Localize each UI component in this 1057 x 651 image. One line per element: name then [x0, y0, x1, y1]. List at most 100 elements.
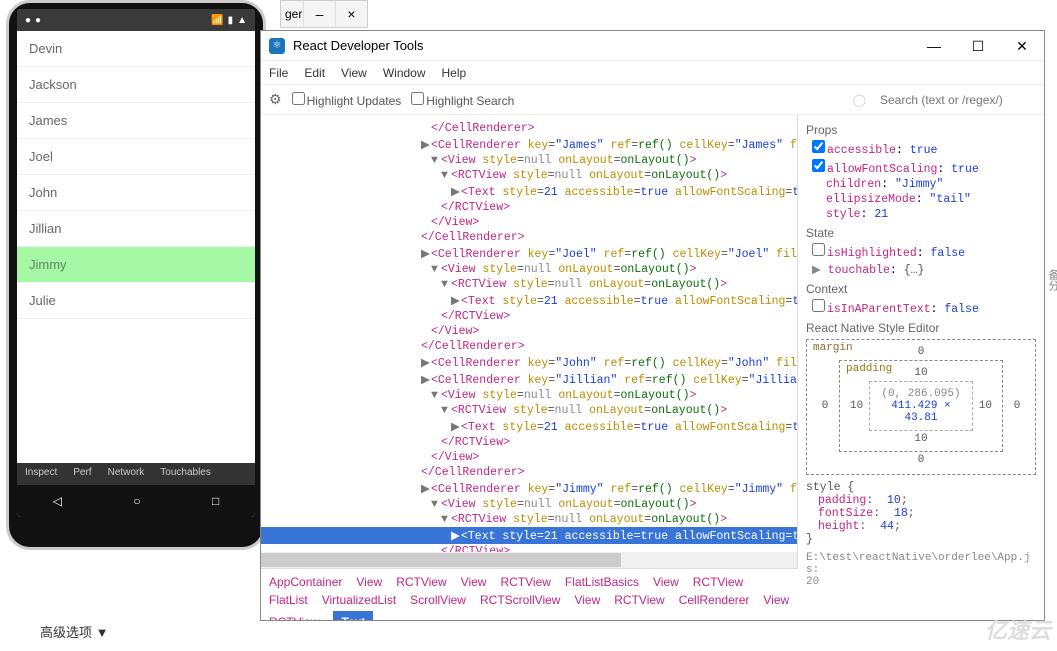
highlight-updates-checkbox[interactable]: [292, 92, 305, 105]
box-model-margin[interactable]: margin 0 0 padding 10 10 (0, 286.095) 41…: [806, 339, 1036, 475]
margin-right-value[interactable]: 0: [1003, 400, 1031, 412]
breadcrumb-item[interactable]: View: [763, 593, 789, 607]
breadcrumb-item[interactable]: FlatListBasics: [565, 575, 639, 589]
devtab-network[interactable]: Network: [100, 463, 153, 485]
highlight-search-toggle[interactable]: Highlight Search: [411, 92, 514, 108]
breadcrumb-item[interactable]: ScrollView: [410, 593, 466, 607]
breadcrumb-item[interactable]: RCTView: [693, 575, 743, 589]
tree-node[interactable]: ▼<RCTView style=null onLayout=onLayout()…: [261, 277, 797, 292]
tree-node[interactable]: ▶<Text style=21 accessible=true allowFon…: [261, 183, 797, 200]
prop-row[interactable]: ▶ touchable: {…}: [806, 261, 1036, 278]
menu-view[interactable]: View: [341, 66, 367, 80]
menu-edit[interactable]: Edit: [304, 66, 325, 80]
tree-node[interactable]: ▶<Text style=21 accessible=true allowFon…: [261, 527, 797, 544]
prop-checkbox[interactable]: [812, 243, 825, 256]
breadcrumb-selected[interactable]: Text: [333, 611, 373, 620]
recent-button[interactable]: □: [212, 494, 219, 508]
tree-node[interactable]: ▶<CellRenderer key="Jillian" ref=ref() c…: [261, 371, 797, 388]
tree-node[interactable]: </RCTView>: [261, 435, 797, 450]
component-tree[interactable]: </CellRenderer>▶<CellRenderer key="James…: [261, 115, 798, 568]
padding-bottom-value[interactable]: 10: [844, 431, 998, 447]
padding-right-value[interactable]: 10: [973, 400, 998, 412]
breadcrumb-item[interactable]: View: [461, 575, 487, 589]
devtab-inspect[interactable]: Inspect: [17, 463, 65, 485]
margin-bottom-value[interactable]: 0: [811, 452, 1031, 468]
list-item[interactable]: Julie: [17, 283, 255, 319]
scrollbar-thumb[interactable]: [261, 553, 621, 567]
breadcrumb-item[interactable]: RCTScrollView: [480, 593, 560, 607]
style-block[interactable]: style { padding: 10;fontSize: 18;height:…: [806, 481, 1036, 546]
tree-node[interactable]: </View>: [261, 450, 797, 465]
prop-row[interactable]: allowFontScaling: true: [806, 158, 1036, 177]
breadcrumb-item[interactable]: View: [574, 593, 600, 607]
list-item[interactable]: Jimmy: [17, 247, 255, 283]
tree-node[interactable]: </View>: [261, 215, 797, 230]
list-item[interactable]: Jackson: [17, 67, 255, 103]
breadcrumb-item[interactable]: RCTView: [396, 575, 446, 589]
tree-node[interactable]: ▶<Text style=21 accessible=true allowFon…: [261, 292, 797, 309]
prop-checkbox[interactable]: [812, 140, 825, 153]
prop-row[interactable]: ellipsizeMode: "tail": [806, 192, 1036, 207]
highlight-updates-toggle[interactable]: Highlight Updates: [292, 92, 402, 108]
tree-node[interactable]: </View>: [261, 324, 797, 339]
breadcrumb-item[interactable]: RCTView: [500, 575, 550, 589]
breadcrumb-item[interactable]: View: [653, 575, 679, 589]
tree-node[interactable]: ▼<RCTView style=null onLayout=onLayout()…: [261, 512, 797, 527]
maximize-button[interactable]: ☐: [956, 32, 1000, 60]
close-button[interactable]: ✕: [1000, 32, 1044, 60]
tree-node[interactable]: </RCTView>: [261, 200, 797, 215]
menu-help[interactable]: Help: [442, 66, 467, 80]
bg-tab-minimize-button[interactable]: –: [303, 1, 335, 27]
tree-node[interactable]: ▼<RCTView style=null onLayout=onLayout()…: [261, 168, 797, 183]
tree-node[interactable]: ▶<CellRenderer key="Joel" ref=ref() cell…: [261, 245, 797, 262]
tree-node[interactable]: ▶<Text style=21 accessible=true allowFon…: [261, 418, 797, 435]
prop-row[interactable]: style: 21: [806, 207, 1036, 222]
home-button[interactable]: ○: [133, 494, 140, 508]
tree-node[interactable]: ▼<View style=null onLayout=onLayout()>: [261, 497, 797, 512]
prop-checkbox[interactable]: [812, 159, 825, 172]
tree-node[interactable]: ▼<View style=null onLayout=onLayout()>: [261, 262, 797, 277]
tree-node[interactable]: ▼<RCTView style=null onLayout=onLayout()…: [261, 403, 797, 418]
menu-file[interactable]: File: [269, 66, 288, 80]
search-input[interactable]: [876, 91, 1036, 109]
tree-node[interactable]: </CellRenderer>: [261, 230, 797, 245]
style-rule[interactable]: fontSize: 18;: [806, 507, 1036, 520]
breadcrumb-item[interactable]: RCTView: [614, 593, 664, 607]
tree-node[interactable]: </CellRenderer>: [261, 465, 797, 480]
breadcrumb-item[interactable]: View: [356, 575, 382, 589]
box-model-padding[interactable]: padding 10 10 (0, 286.095) 411.429 × 43.…: [839, 360, 1003, 452]
minimize-button[interactable]: —: [912, 32, 956, 60]
menu-window[interactable]: Window: [383, 66, 426, 80]
breadcrumb-item[interactable]: RCTView: [269, 615, 319, 620]
devtab-touchables[interactable]: Touchables: [152, 463, 219, 485]
breadcrumb-item[interactable]: AppContainer: [269, 575, 342, 589]
tree-node[interactable]: </RCTView>: [261, 309, 797, 324]
style-rule[interactable]: padding: 10;: [806, 494, 1036, 507]
breadcrumb-item[interactable]: CellRenderer: [679, 593, 750, 607]
phone-flatlist[interactable]: DevinJacksonJamesJoelJohnJillianJimmyJul…: [17, 31, 255, 319]
tree-node[interactable]: ▶<CellRenderer key="Jimmy" ref=ref() cel…: [261, 480, 797, 497]
prop-row[interactable]: isHighlighted: false: [806, 242, 1036, 261]
tree-node[interactable]: </CellRenderer>: [261, 339, 797, 354]
tree-node[interactable]: </CellRenderer>: [261, 121, 797, 136]
gear-icon[interactable]: ⚙: [269, 91, 282, 108]
prop-checkbox[interactable]: [812, 299, 825, 312]
list-item[interactable]: Devin: [17, 31, 255, 67]
tree-node[interactable]: ▶<CellRenderer key="John" ref=ref() cell…: [261, 354, 797, 371]
list-item[interactable]: John: [17, 175, 255, 211]
tree-node[interactable]: ▶<CellRenderer key="James" ref=ref() cel…: [261, 136, 797, 153]
prop-row[interactable]: children: "Jimmy": [806, 177, 1036, 192]
horizontal-scrollbar[interactable]: [261, 552, 797, 568]
bg-tab-close-button[interactable]: ×: [335, 1, 367, 27]
style-rule[interactable]: height: 44;: [806, 520, 1036, 533]
breadcrumb-item[interactable]: FlatList: [269, 593, 308, 607]
list-item[interactable]: Jillian: [17, 211, 255, 247]
tree-node[interactable]: ▼<View style=null onLayout=onLayout()>: [261, 153, 797, 168]
devtab-perf[interactable]: Perf: [65, 463, 99, 485]
back-button[interactable]: ◁: [53, 494, 62, 508]
tree-node[interactable]: ▼<View style=null onLayout=onLayout()>: [261, 388, 797, 403]
list-item[interactable]: James: [17, 103, 255, 139]
breadcrumb-item[interactable]: VirtualizedList: [322, 593, 396, 607]
prop-row[interactable]: accessible: true: [806, 139, 1036, 158]
highlight-search-checkbox[interactable]: [411, 92, 424, 105]
